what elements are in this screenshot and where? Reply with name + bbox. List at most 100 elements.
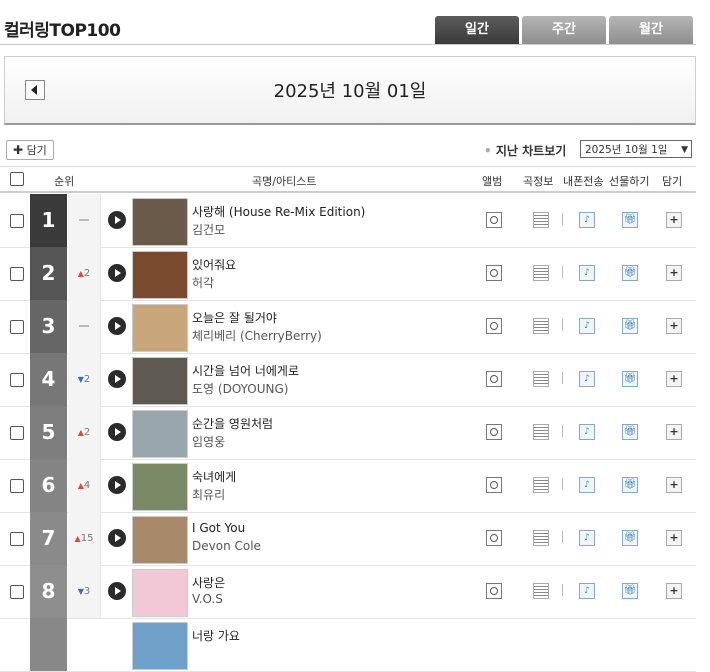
tab-weekly[interactable]: 주간 [522, 16, 606, 44]
artist-name[interactable]: 체리베리 (CherryBerry) [192, 327, 322, 344]
artist-name[interactable]: 도영 (DOYOUNG) [192, 380, 288, 397]
song-title[interactable]: 너랑 가요 [192, 627, 240, 644]
gift-icon[interactable]: 🎁︎ [622, 371, 638, 387]
col-lyrics: 곡정보 [523, 175, 554, 188]
row-checkbox[interactable] [10, 585, 24, 599]
add-selected-button[interactable]: ✚ 담기 [6, 140, 54, 160]
gift-icon[interactable]: 🎁︎ [622, 318, 638, 334]
play-icon[interactable] [108, 211, 126, 229]
rank-number: 6 [30, 459, 67, 512]
lyrics-icon[interactable] [533, 477, 549, 493]
album-icon[interactable] [486, 265, 502, 281]
tab-monthly[interactable]: 월간 [609, 16, 693, 44]
album-thumb[interactable] [132, 410, 188, 458]
table-row: 8 ▼3 사랑은 V.O.S ♪ 🎁︎ + [0, 565, 696, 619]
song-title[interactable]: 있어줘요 [192, 256, 236, 273]
album-thumb[interactable] [132, 569, 188, 617]
album-thumb[interactable] [132, 357, 188, 405]
gift-icon[interactable]: 🎁︎ [622, 212, 638, 228]
row-checkbox[interactable] [10, 320, 24, 334]
date-select[interactable]: 2025년 10월 1일 ▼ [580, 140, 692, 158]
song-title[interactable]: 사랑해 (House Re-Mix Edition) [192, 203, 365, 220]
phone-send-icon[interactable]: ♪ [579, 424, 595, 440]
add-icon[interactable]: + [666, 318, 682, 334]
song-title[interactable]: 숙녀에게 [192, 468, 236, 485]
album-thumb[interactable] [132, 304, 188, 352]
divider [562, 584, 563, 596]
add-icon[interactable]: + [666, 530, 682, 546]
play-icon[interactable] [108, 423, 126, 441]
lyrics-icon[interactable] [533, 530, 549, 546]
tab-daily[interactable]: 일간 [435, 16, 519, 44]
divider [562, 372, 563, 384]
gift-icon[interactable]: 🎁︎ [622, 583, 638, 599]
phone-send-icon[interactable]: ♪ [579, 477, 595, 493]
add-icon[interactable]: + [666, 371, 682, 387]
row-checkbox[interactable] [10, 532, 24, 546]
phone-send-icon[interactable]: ♪ [579, 212, 595, 228]
lyrics-icon[interactable] [533, 424, 549, 440]
song-title[interactable]: 순간을 영원처럼 [192, 415, 273, 432]
phone-send-icon[interactable]: ♪ [579, 583, 595, 599]
play-icon[interactable] [108, 476, 126, 494]
add-icon[interactable]: + [666, 424, 682, 440]
lyrics-icon[interactable] [533, 265, 549, 281]
lyrics-icon[interactable] [533, 583, 549, 599]
artist-name[interactable]: V.O.S [192, 592, 223, 606]
rank-number: 1 [30, 194, 67, 247]
lyrics-icon[interactable] [533, 318, 549, 334]
lyrics-icon[interactable] [533, 371, 549, 387]
album-icon[interactable] [486, 212, 502, 228]
artist-name[interactable]: 김건모 [192, 221, 225, 238]
album-icon[interactable] [486, 477, 502, 493]
add-icon[interactable]: + [666, 477, 682, 493]
album-thumb[interactable] [132, 198, 188, 246]
play-icon[interactable] [108, 317, 126, 335]
row-checkbox[interactable] [10, 214, 24, 228]
artist-name[interactable]: 최유리 [192, 486, 225, 503]
album-thumb[interactable] [132, 622, 188, 670]
album-icon[interactable] [486, 583, 502, 599]
row-checkbox[interactable] [10, 373, 24, 387]
lyrics-icon[interactable] [533, 212, 549, 228]
album-icon[interactable] [486, 318, 502, 334]
play-icon[interactable] [108, 582, 126, 600]
gift-icon[interactable]: 🎁︎ [622, 477, 638, 493]
album-thumb[interactable] [132, 516, 188, 564]
play-icon[interactable] [108, 264, 126, 282]
chart-title: 컬러링TOP100 [4, 21, 121, 41]
gift-icon[interactable]: 🎁︎ [622, 530, 638, 546]
phone-send-icon[interactable]: ♪ [579, 265, 595, 281]
gift-icon[interactable]: 🎁︎ [622, 424, 638, 440]
phone-send-icon[interactable]: ♪ [579, 371, 595, 387]
add-icon[interactable]: + [666, 583, 682, 599]
album-thumb[interactable] [132, 251, 188, 299]
song-title[interactable]: 사랑은 [192, 574, 225, 591]
album-icon[interactable] [486, 371, 502, 387]
album-thumb[interactable] [132, 463, 188, 511]
song-title[interactable]: I Got You [192, 521, 245, 535]
divider [562, 319, 563, 331]
row-checkbox[interactable] [10, 426, 24, 440]
play-icon[interactable] [108, 529, 126, 547]
select-all-checkbox[interactable] [10, 172, 24, 186]
artist-name[interactable]: 허각 [192, 274, 214, 291]
artist-name[interactable]: 임영웅 [192, 433, 225, 450]
play-icon[interactable] [108, 370, 126, 388]
divider [562, 213, 563, 225]
change-value: 2 [83, 268, 91, 279]
add-icon[interactable]: + [666, 212, 682, 228]
album-icon[interactable] [486, 424, 502, 440]
row-checkbox[interactable] [10, 267, 24, 281]
no-change-icon [79, 325, 89, 327]
phone-send-icon[interactable]: ♪ [579, 530, 595, 546]
artist-name[interactable]: Devon Cole [192, 539, 261, 553]
table-row: 6 ▲4 숙녀에게 최유리 ♪ 🎁︎ + [0, 459, 696, 513]
album-icon[interactable] [486, 530, 502, 546]
phone-send-icon[interactable]: ♪ [579, 318, 595, 334]
row-checkbox[interactable] [10, 479, 24, 493]
song-title[interactable]: 오늘은 잘 될거야 [192, 309, 277, 326]
song-title[interactable]: 시간을 넘어 너에게로 [192, 362, 299, 379]
gift-icon[interactable]: 🎁︎ [622, 265, 638, 281]
add-icon[interactable]: + [666, 265, 682, 281]
